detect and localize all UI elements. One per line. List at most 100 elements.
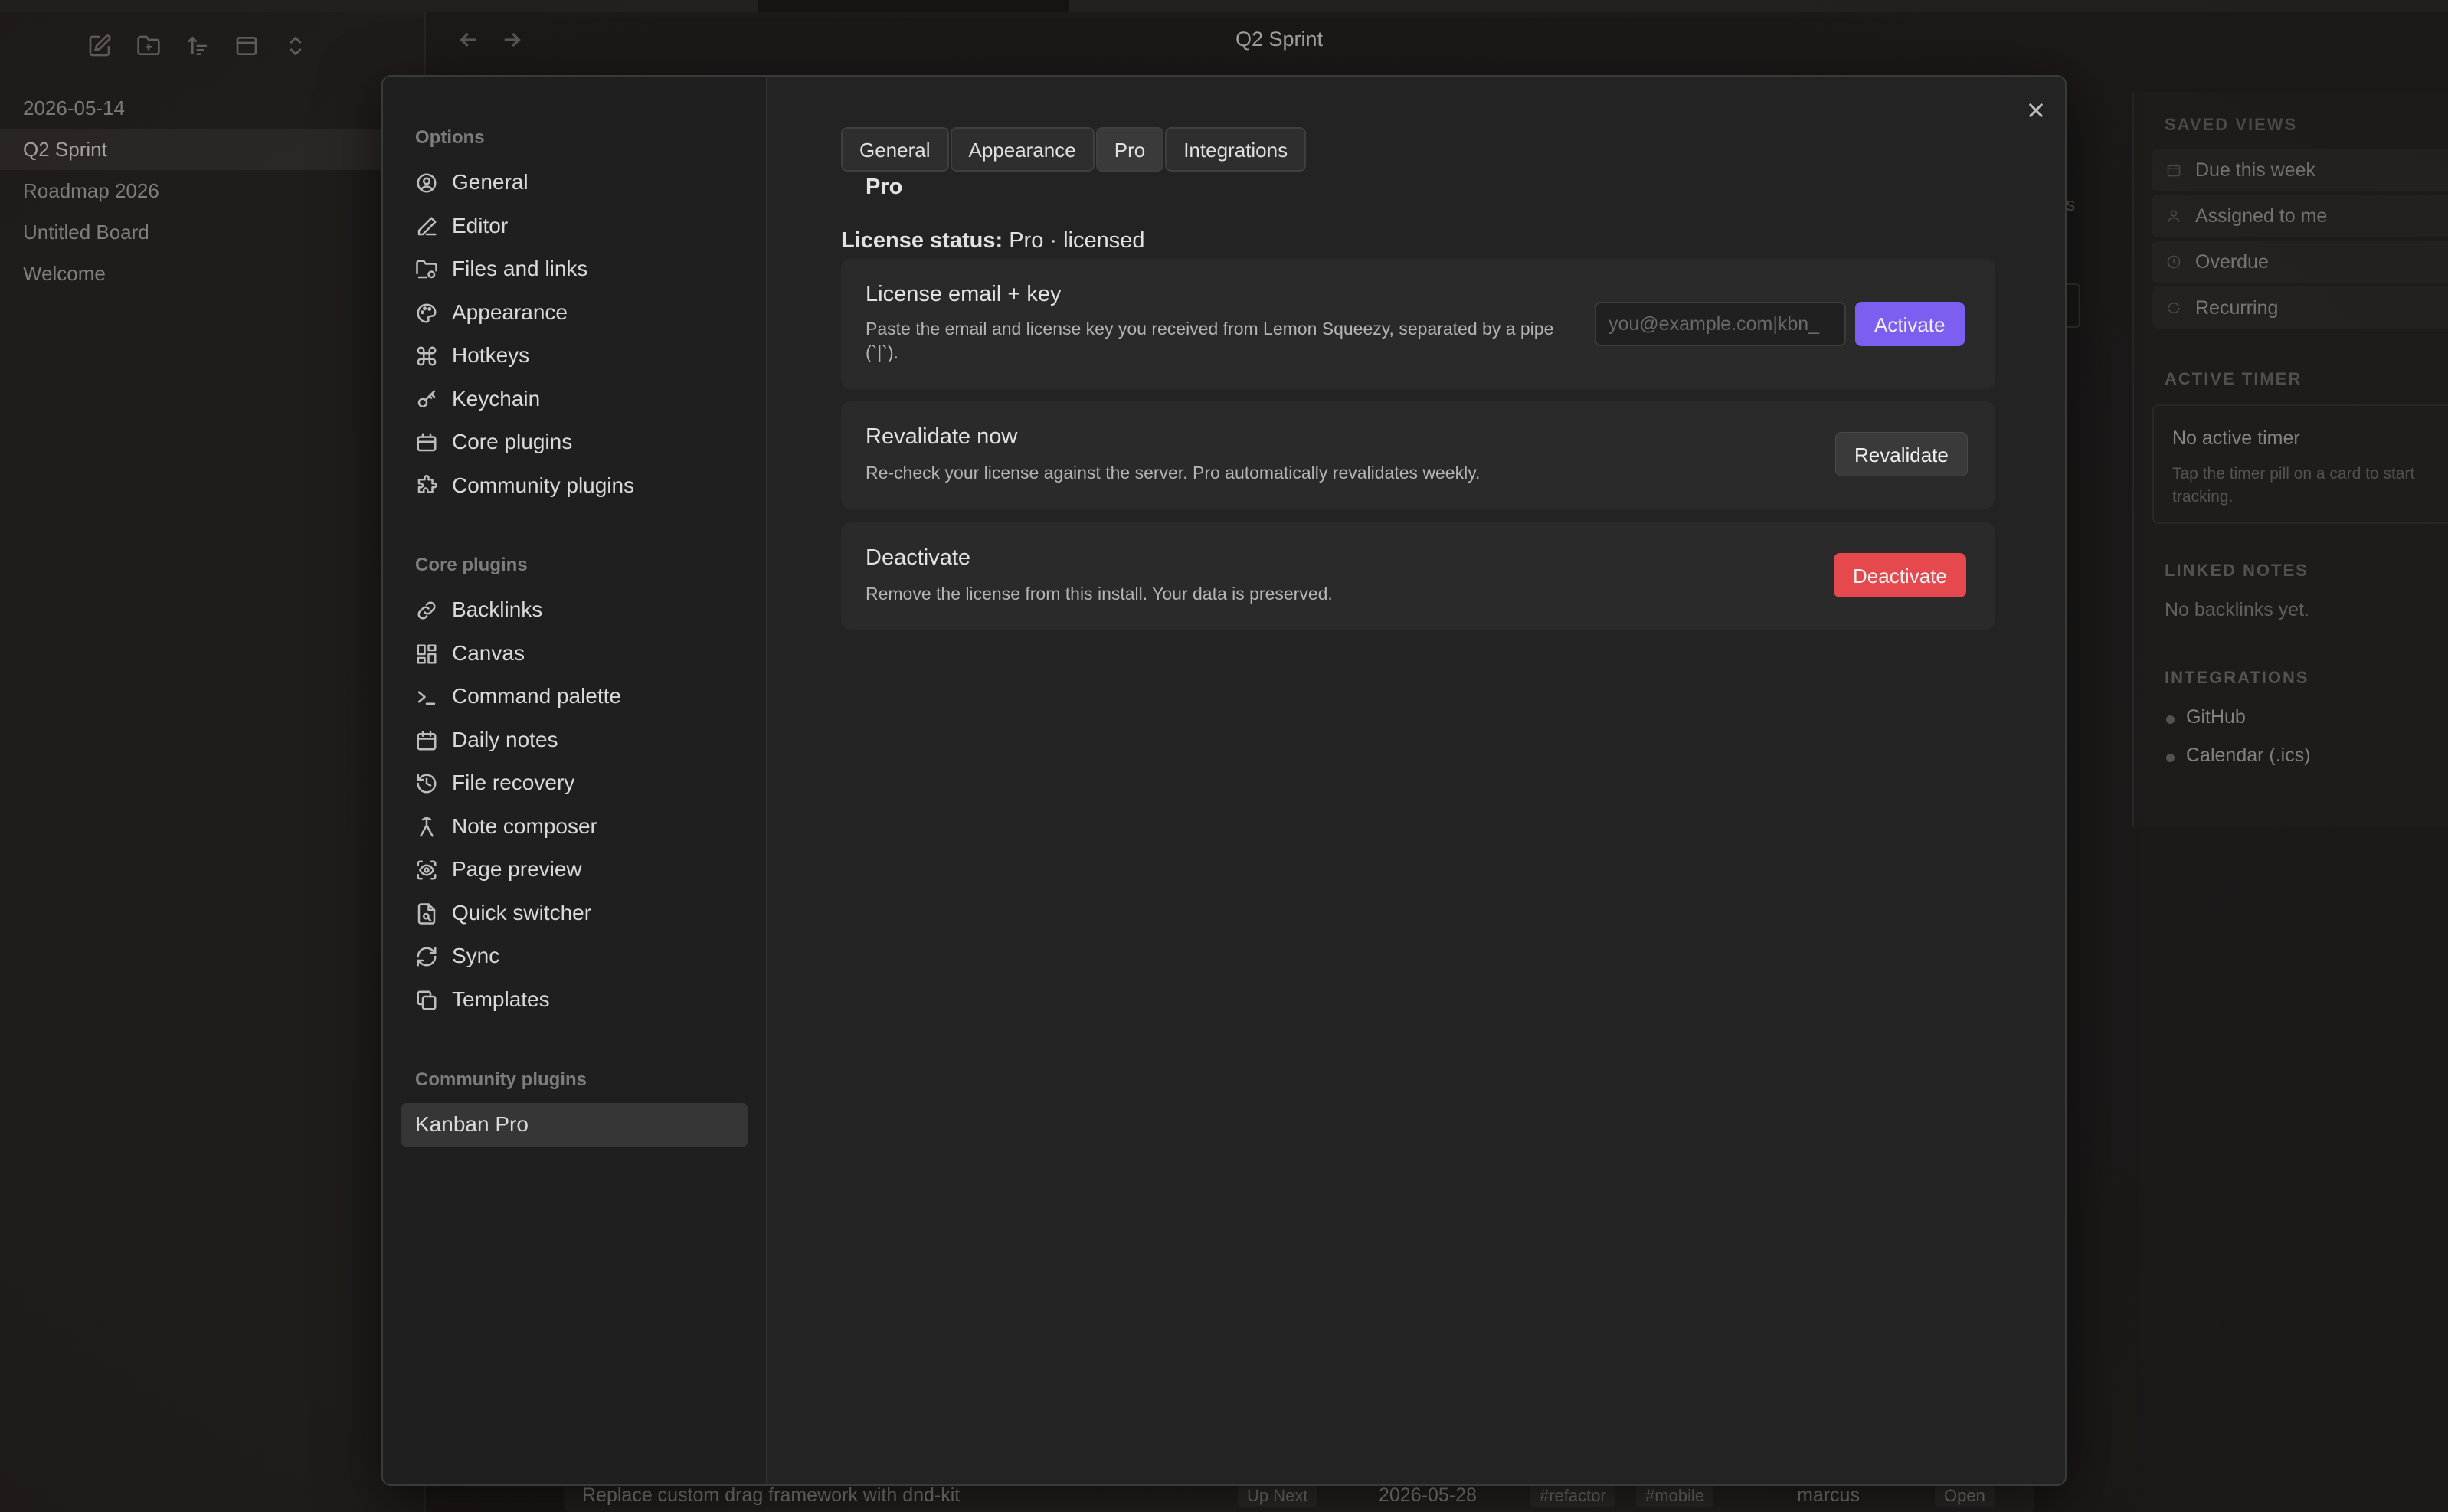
nav-item-general[interactable]: General [401, 161, 748, 205]
close-button[interactable] [2019, 93, 2053, 127]
nav-item-hotkeys[interactable]: Hotkeys [401, 334, 748, 378]
nav-community-plugins-list: Kanban Pro [401, 1103, 748, 1147]
file-item-active[interactable]: Q2 Sprint [0, 129, 426, 170]
nav-item-keychain[interactable]: Keychain [401, 378, 748, 421]
nav-item-page-preview[interactable]: Page preview [401, 848, 748, 892]
nav-item-label: General [452, 170, 529, 195]
activate-button[interactable]: Activate [1855, 302, 1965, 346]
saved-view-item[interactable]: Recurring [2152, 286, 2448, 329]
nav-item-label: Sync [452, 944, 500, 968]
setting-description: Remove the license from this install. Yo… [866, 584, 1333, 604]
file-explorer-toolbar [83, 29, 313, 63]
terminal-icon [415, 686, 438, 709]
calendar-icon [2167, 164, 2181, 177]
file-explorer-sidebar: 2026-05-14 Q2 Sprint Roadmap 2026 Untitl… [0, 12, 426, 1512]
setting-name: License email + key [866, 282, 1062, 306]
nav-item-file-recovery[interactable]: File recovery [401, 761, 748, 805]
nav-item-canvas[interactable]: Canvas [401, 632, 748, 676]
nav-item-label: Hotkeys [452, 343, 530, 368]
settings-nav: Options General Editor Files and links A… [383, 77, 767, 1484]
row-status: Up Next [1238, 1484, 1317, 1507]
new-note-icon[interactable] [83, 29, 116, 63]
saved-view-item[interactable]: Overdue [2152, 241, 2448, 283]
saved-view-item[interactable]: Assigned to me [2152, 195, 2448, 237]
nav-item-label: Command palette [452, 684, 622, 709]
nav-item-templates[interactable]: Templates [401, 978, 748, 1022]
nav-item-sync[interactable]: Sync [401, 934, 748, 978]
sort-icon[interactable] [181, 29, 214, 63]
nav-item-command-palette[interactable]: Command palette [401, 675, 748, 718]
nav-item-kanban-pro[interactable]: Kanban Pro [401, 1103, 748, 1147]
nav-item-label: Kanban Pro [415, 1112, 529, 1137]
nav-item-label: Community plugins [452, 473, 635, 497]
file-item[interactable]: 2026-05-14 [0, 87, 426, 129]
note-title: Q2 Sprint [1235, 28, 1324, 51]
setting-name: Deactivate [866, 545, 971, 570]
key-icon [415, 388, 438, 411]
section-title: Pro [866, 175, 903, 199]
folder-icon [415, 258, 438, 281]
revalidate-button[interactable]: Revalidate [1835, 432, 1968, 476]
tab-integrations[interactable]: Integrations [1165, 127, 1307, 172]
nav-item-backlinks[interactable]: Backlinks [401, 588, 748, 632]
tab-general[interactable]: General [841, 127, 949, 172]
file-search-icon [415, 902, 438, 925]
tab-strip-left [0, 0, 758, 12]
file-list: 2026-05-14 Q2 Sprint Roadmap 2026 Untitl… [0, 87, 426, 294]
new-folder-icon[interactable] [132, 29, 165, 63]
row-title: Replace custom drag framework with dnd-k… [582, 1484, 961, 1506]
integration-item[interactable]: Calendar (.ics) [2165, 745, 2311, 767]
linked-notes-heading: LINKED NOTES [2165, 561, 2309, 580]
nav-item-label: Appearance [452, 299, 568, 324]
row-assignee: marcus [1797, 1484, 1860, 1506]
history-icon [415, 772, 438, 795]
nav-item-label: Page preview [452, 857, 582, 882]
integrations-heading: INTEGRATIONS [2165, 668, 2309, 687]
tab-appearance[interactable]: Appearance [950, 127, 1095, 172]
nav-item-note-composer[interactable]: Note composer [401, 805, 748, 849]
deactivate-button[interactable]: Deactivate [1834, 553, 1966, 597]
active-timer-card: No active timer Tap the timer pill on a … [2152, 404, 2448, 524]
collapse-icon[interactable] [230, 29, 263, 63]
nav-heading-core-plugins: Core plugins [415, 555, 528, 575]
integration-item[interactable]: GitHub [2165, 706, 2246, 728]
saved-view-label: Recurring [2195, 297, 2279, 319]
nav-item-label: Quick switcher [452, 900, 592, 925]
nav-item-appearance[interactable]: Appearance [401, 291, 748, 335]
copy-icon [415, 989, 438, 1012]
license-status: License status: Pro · licensed [841, 228, 1145, 254]
nav-item-label: File recovery [452, 771, 575, 795]
saved-view-label: Overdue [2195, 251, 2269, 273]
user-icon [2168, 210, 2180, 222]
license-status-value: Pro · licensed [1009, 228, 1145, 253]
saved-view-item[interactable]: Due this week [2152, 149, 2448, 191]
repeat-icon [2168, 302, 2180, 314]
setting-description: Paste the email and license key you rece… [866, 319, 1554, 362]
pencil-icon [415, 215, 438, 238]
nav-item-core-plugins[interactable]: Core plugins [401, 421, 748, 464]
nav-item-quick-switcher[interactable]: Quick switcher [401, 892, 748, 935]
nav-item-label: Canvas [452, 640, 525, 665]
nav-item-label: Note composer [452, 813, 597, 838]
file-item[interactable]: Welcome [0, 253, 426, 294]
close-icon [2028, 103, 2044, 118]
tab-strip-right [1069, 0, 2448, 12]
nav-item-daily-notes[interactable]: Daily notes [401, 718, 748, 762]
timer-title: No active timer [2172, 427, 2300, 449]
nav-item-files-and-links[interactable]: Files and links [401, 247, 748, 291]
file-item[interactable]: Roadmap 2026 [0, 170, 426, 211]
file-item[interactable]: Untitled Board [0, 211, 426, 253]
license-key-input[interactable] [1595, 302, 1846, 346]
merge-icon [415, 816, 438, 839]
settings-tabs: General Appearance Pro Integrations [841, 127, 1307, 172]
clock-icon [2167, 255, 2181, 269]
nav-item-label: Core plugins [452, 430, 573, 454]
calendar-icon [415, 729, 438, 752]
deactivate-setting: Deactivate Remove the license from this … [841, 522, 1995, 630]
grid-icon [415, 643, 438, 666]
expand-collapse-icon[interactable] [279, 29, 313, 63]
user-circle-icon [415, 172, 438, 195]
nav-item-editor[interactable]: Editor [401, 205, 748, 248]
nav-item-community-plugins[interactable]: Community plugins [401, 464, 748, 508]
tab-pro[interactable]: Pro [1095, 127, 1164, 172]
